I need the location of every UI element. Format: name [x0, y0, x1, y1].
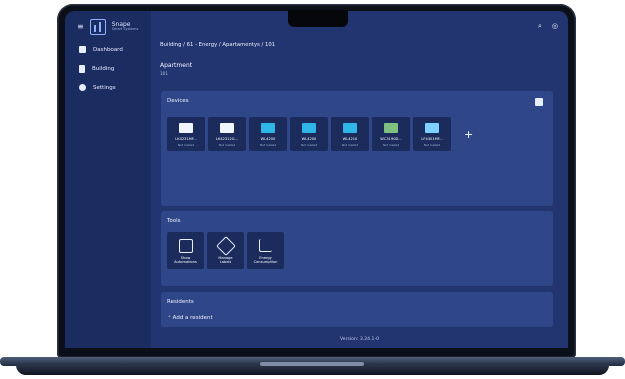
brand-logo-text: Snape Smart Systems [111, 21, 139, 32]
breadcrumb[interactable]: Building / 61 - Energy / Apartamentys / … [160, 42, 275, 48]
meter-icon [261, 123, 275, 133]
top-actions: ⌕ ◎ [538, 22, 558, 31]
valve-alert-icon [179, 123, 193, 133]
device-list: LK4231MF... Not loaded LK42312G... Not l… [167, 117, 473, 151]
energy-chart-icon [259, 239, 272, 252]
device-status: Not loaded [177, 143, 195, 147]
device-name: WL4200 [260, 137, 276, 141]
account-icon[interactable]: ◎ [552, 22, 558, 31]
sidebar: ≡ Snape Smart Systems Dashboard Building… [65, 11, 151, 348]
residents-title: Residents [167, 299, 194, 305]
meter-icon [343, 123, 357, 133]
device-card[interactable]: WL4200 Not loaded [290, 117, 328, 151]
page-title: Apartment [160, 62, 193, 69]
hamburger-icon[interactable]: ≡ [77, 23, 84, 31]
tools-panel: Tools Show Automations Manage Labels Ene… [161, 211, 553, 286]
brand-logo-row: ≡ Snape Smart Systems [77, 19, 138, 35]
gear-icon [79, 84, 86, 91]
add-user-icon: ⁺ [168, 315, 171, 321]
add-resident-button[interactable]: ⁺ Add a resident [168, 315, 213, 321]
grid-icon [79, 46, 86, 53]
tools-title: Tools [167, 218, 181, 224]
device-status: Not loaded [382, 143, 400, 147]
brand-tagline: Smart Systems [111, 27, 139, 32]
tool-label: Manage Labels [218, 256, 233, 264]
device-status: Not loaded [218, 143, 236, 147]
building-icon [79, 65, 85, 73]
device-card[interactable]: WL4200 Not loaded [249, 117, 287, 151]
version-text: Version: 3.24.1-0 [339, 337, 380, 342]
camera-notch [288, 10, 348, 27]
display-icon [384, 123, 398, 133]
sidebar-item-settings[interactable]: Settings [79, 84, 116, 91]
devices-panel: Devices LK4231MF... Not loaded LK42312G.… [161, 91, 553, 206]
layout-toggle-icon[interactable] [535, 98, 543, 106]
device-name: WL4210 [342, 137, 358, 141]
add-device-button[interactable]: + [464, 129, 473, 140]
devices-title: Devices [167, 98, 189, 104]
sensor-icon [425, 123, 439, 133]
device-card[interactable]: WL4210 Not loaded [331, 117, 369, 151]
sidebar-item-label: Settings [93, 84, 116, 91]
show-automations-button[interactable]: Show Automations [167, 232, 204, 269]
device-name: LK4231MF... [175, 137, 197, 141]
tools-list: Show Automations Manage Labels Energy Co… [167, 232, 284, 269]
device-name: WC3190D... [380, 137, 402, 141]
device-status: Not loaded [423, 143, 441, 147]
energy-consumption-button[interactable]: Energy Consumption [247, 232, 284, 269]
add-resident-label: Add a resident [172, 315, 213, 321]
main-content: ⌕ ◎ Building / 61 - Energy / Apartamenty… [151, 11, 568, 348]
laptop-frame: ≡ Snape Smart Systems Dashboard Building… [0, 0, 625, 379]
device-status: Not loaded [259, 143, 277, 147]
device-card[interactable]: LK42312G... Not loaded [208, 117, 246, 151]
residents-panel: Residents ⁺ Add a resident [161, 292, 553, 327]
device-status: Not loaded [300, 143, 318, 147]
laptop-base-bottom [16, 365, 609, 375]
sidebar-item-dashboard[interactable]: Dashboard [79, 46, 123, 53]
device-status: Not loaded [341, 143, 359, 147]
device-name: LF4301MF... [421, 137, 443, 141]
device-card[interactable]: LK4231MF... Not loaded [167, 117, 205, 151]
tool-label: Energy Consumption [253, 256, 278, 264]
device-card[interactable]: LF4301MF... Not loaded [413, 117, 451, 151]
search-icon[interactable]: ⌕ [538, 22, 542, 31]
sidebar-item-label: Dashboard [93, 46, 123, 53]
device-name: LK42312G... [215, 137, 238, 141]
app-screen: ≡ Snape Smart Systems Dashboard Building… [65, 11, 568, 348]
device-card[interactable]: WC3190D... Not loaded [372, 117, 410, 151]
automation-icon [179, 239, 193, 253]
page-subtitle: 101 [160, 71, 168, 76]
tool-label: Show Automations [174, 256, 197, 264]
tags-icon [216, 236, 236, 256]
sidebar-item-building[interactable]: Building [79, 65, 114, 73]
meter-alert-icon [302, 123, 316, 133]
brand-logo-icon [89, 19, 106, 35]
laptop-hinge [260, 362, 364, 366]
device-name: WL4200 [301, 137, 317, 141]
sidebar-item-label: Building [92, 66, 115, 72]
manage-labels-button[interactable]: Manage Labels [207, 232, 244, 269]
valve-icon [220, 123, 234, 133]
